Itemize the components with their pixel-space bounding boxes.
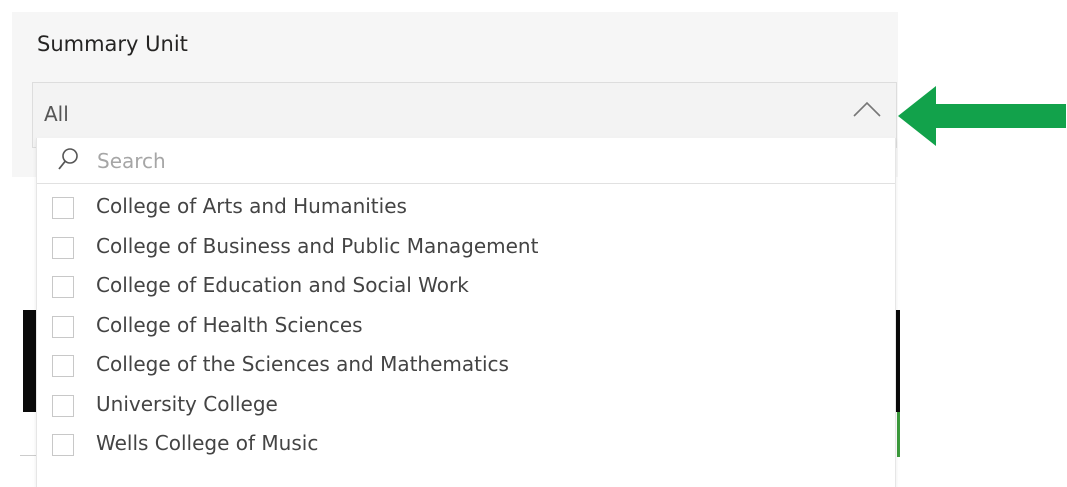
option-checkbox[interactable] <box>52 197 74 219</box>
option-label: College of Arts and Humanities <box>96 194 407 218</box>
option-checkbox[interactable] <box>52 276 74 298</box>
option-label: College of the Sciences and Mathematics <box>96 352 509 376</box>
option-label: Wells College of Music <box>96 431 319 455</box>
option-item[interactable]: College of Health Sciences <box>37 309 895 349</box>
option-item[interactable]: College of Arts and Humanities <box>37 190 895 230</box>
option-checkbox[interactable] <box>52 315 74 338</box>
option-item[interactable]: University College <box>37 388 895 428</box>
option-checkbox[interactable] <box>52 394 74 417</box>
option-label: College of Education and Social Work <box>96 273 469 297</box>
option-checkbox[interactable] <box>52 434 74 456</box>
chevron-up-icon[interactable] <box>851 97 883 121</box>
report-canvas: Summary Unit All College of Arts and Hum… <box>0 0 1067 487</box>
arrow-left-icon <box>898 86 1066 146</box>
option-item[interactable]: College of Business and Public Managemen… <box>37 230 895 270</box>
option-list: College of Arts and Humanities College of… <box>37 190 895 467</box>
search-input[interactable] <box>97 146 857 176</box>
option-label: University College <box>96 391 278 416</box>
background-visual-line <box>897 412 900 457</box>
search-icon <box>58 148 78 170</box>
dropdown-selected-value: All <box>44 102 69 126</box>
option-item[interactable]: College of the Sciences and Mathematics <box>37 348 895 388</box>
option-checkbox[interactable] <box>52 355 74 377</box>
search-box <box>37 138 895 184</box>
background-divider <box>20 455 36 456</box>
option-label: College of Health Sciences <box>96 312 363 337</box>
dropdown-options-popup: College of Arts and Humanities College of… <box>36 138 896 487</box>
option-checkbox[interactable] <box>52 236 74 259</box>
option-item[interactable]: Wells College of Music <box>37 427 895 467</box>
background-visual-edge-left <box>23 310 37 412</box>
option-label: College of Business and Public Managemen… <box>96 233 539 258</box>
option-item[interactable]: College of Education and Social Work <box>37 269 895 309</box>
slicer-title: Summary Unit <box>37 32 188 56</box>
